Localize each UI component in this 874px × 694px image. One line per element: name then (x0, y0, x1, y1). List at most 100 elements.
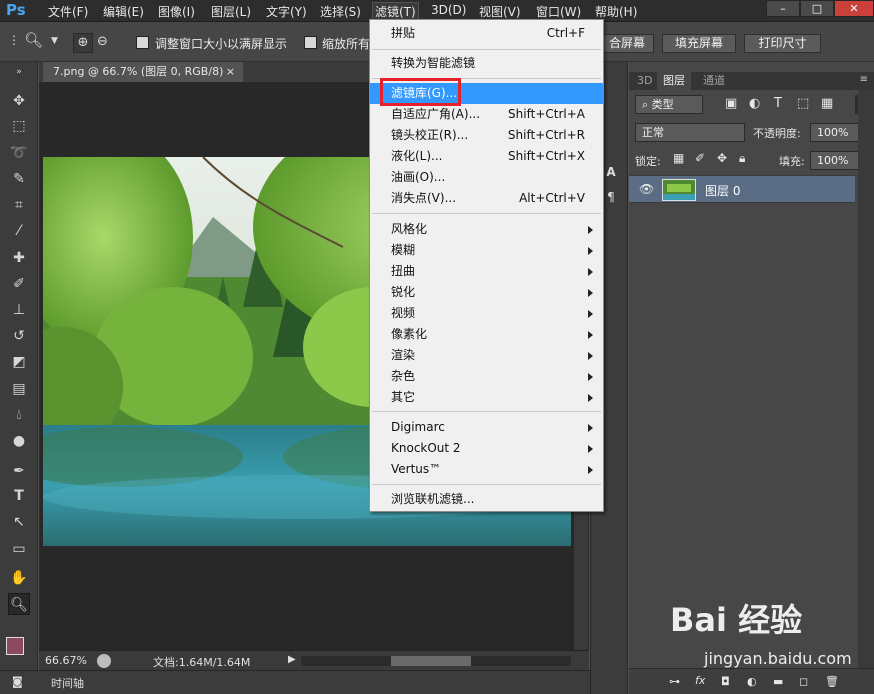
filter-smart-object-icon[interactable]: ▦ (821, 96, 833, 111)
fx-icon[interactable]: fx (695, 674, 705, 687)
menu-item-vanishing-point[interactable]: 消失点(V)... Alt+Ctrl+V (370, 188, 603, 209)
add-mask-icon[interactable]: ◘ (721, 675, 730, 688)
menu-item-knockout[interactable]: KnockOut 2 (370, 438, 603, 459)
zoom-in-icon[interactable]: ⊕ (73, 33, 93, 53)
paragraph-panel-icon[interactable]: ¶ (603, 190, 619, 206)
menu-file[interactable]: 文件(F) (48, 3, 88, 20)
menu-help[interactable]: 帮助(H) (595, 3, 637, 20)
dodge-tool-icon[interactable]: ● (8, 430, 30, 452)
character-panel-icon[interactable]: A (603, 165, 619, 183)
print-size-button[interactable]: 打印尺寸 (744, 34, 821, 53)
rectangle-tool-icon[interactable]: ▭ (8, 538, 30, 560)
path-select-tool-icon[interactable]: ↖ (8, 511, 30, 533)
menu-view[interactable]: 视图(V) (479, 3, 521, 20)
menu-item-adaptive-wide-angle[interactable]: 自适应广角(A)... Shift+Ctrl+A (370, 104, 603, 125)
collapse-icon[interactable]: » (8, 66, 30, 78)
maximize-button[interactable]: □ (800, 0, 834, 17)
menu-item-oil-paint[interactable]: 油画(O)... (370, 167, 603, 188)
menu-layer[interactable]: 图层(L) (211, 3, 251, 20)
scrollbar-thumb[interactable] (391, 656, 471, 666)
menu-item-distort[interactable]: 扭曲 (370, 261, 603, 282)
brush-tool-icon[interactable]: ✐ (8, 273, 30, 295)
tab-layers[interactable]: 图层 (657, 72, 691, 90)
eye-icon[interactable]: 👁︎ (639, 182, 654, 196)
layer-filter-select[interactable]: ⌕ 类型 (635, 95, 703, 114)
chevron-right-icon[interactable]: ▶ (288, 654, 296, 665)
fill-screen-button[interactable]: 填充屏幕 (662, 34, 736, 53)
opacity-input[interactable]: 100% (810, 123, 864, 142)
close-tab-icon[interactable]: × (226, 62, 235, 82)
new-group-icon[interactable]: ▬ (773, 675, 783, 688)
menu-item-stylize[interactable]: 风格化 (370, 219, 603, 240)
zoom-all-checkbox[interactable] (304, 36, 317, 49)
chevron-down-icon[interactable]: ▼ (51, 37, 58, 46)
fill-input[interactable]: 100% (810, 151, 864, 170)
marquee-tool-icon[interactable]: ⬚ (8, 115, 30, 137)
move-tool-icon[interactable]: ✥ (8, 90, 30, 112)
status-info-icon[interactable] (97, 654, 111, 668)
tab-channels[interactable]: 通道 (697, 72, 731, 90)
horizontal-scrollbar[interactable] (301, 656, 571, 666)
lock-all-icon[interactable]: 🔒︎ (739, 151, 745, 166)
menu-item-sharpen[interactable]: 锐化 (370, 282, 603, 303)
layers-scrollbar[interactable] (858, 90, 874, 668)
blend-mode-select[interactable]: 正常 (635, 123, 745, 142)
timeline-icon[interactable]: ◙ (12, 675, 23, 688)
menu-item-browse-online-filters[interactable]: 浏览联机滤镜... (370, 489, 603, 510)
pen-tool-icon[interactable]: ✒ (8, 460, 30, 482)
link-layers-icon[interactable]: ⊶ (669, 675, 680, 688)
fit-screen-button[interactable]: 合屏幕 (600, 34, 654, 53)
document-tab[interactable]: 7.png @ 66.7% (图层 0, RGB/8) × (43, 62, 243, 82)
lock-image-icon[interactable]: ✐ (695, 151, 705, 165)
menu-item-liquify[interactable]: 液化(L)... Shift+Ctrl+X (370, 146, 603, 167)
new-layer-icon[interactable]: ◻ (799, 675, 808, 688)
lock-transparent-icon[interactable]: ▦ (673, 151, 684, 165)
zoom-tool-preset-icon[interactable]: 🔍︎ (24, 33, 43, 48)
trash-icon[interactable]: 🗑︎ (825, 675, 839, 688)
eyedropper-tool-icon[interactable]: ⁄ (8, 220, 30, 242)
healing-brush-tool-icon[interactable]: ✚ (8, 247, 30, 269)
quick-select-tool-icon[interactable]: ✎ (8, 168, 30, 190)
menu-item-pixelate[interactable]: 像素化 (370, 324, 603, 345)
lock-position-icon[interactable]: ✥ (717, 151, 727, 165)
menu-3d[interactable]: 3D(D) (431, 3, 466, 17)
close-button[interactable]: ✕ (834, 0, 874, 17)
resize-windows-checkbox[interactable] (136, 36, 149, 49)
gradient-tool-icon[interactable]: ▤ (8, 378, 30, 400)
hand-tool-icon[interactable]: ✋ (8, 567, 30, 589)
menu-select[interactable]: 选择(S) (320, 3, 361, 20)
zoom-level[interactable]: 66.67% (45, 654, 87, 667)
zoom-out-icon[interactable]: ⊖ (97, 35, 108, 48)
filter-pixel-icon[interactable]: ▣ (725, 96, 737, 111)
menu-item-digimarc[interactable]: Digimarc (370, 417, 603, 438)
menu-item-convert-smart-filter[interactable]: 转换为智能滤镜 (370, 53, 603, 74)
timeline-tab[interactable]: 时间轴 (51, 675, 84, 691)
menu-item-lens-correction[interactable]: 镜头校正(R)... Shift+Ctrl+R (370, 125, 603, 146)
eraser-tool-icon[interactable]: ◩ (8, 351, 30, 373)
menu-image[interactable]: 图像(I) (158, 3, 195, 20)
blur-tool-icon[interactable]: 💧︎ (8, 404, 30, 426)
tab-3d[interactable]: 3D (631, 72, 658, 90)
layer-row[interactable]: 👁︎ 图层 0 (629, 175, 855, 203)
menu-item-vertus[interactable]: Vertus™ (370, 459, 603, 480)
crop-tool-icon[interactable]: ⌗ (8, 194, 30, 216)
clone-stamp-tool-icon[interactable]: ⊥ (8, 299, 30, 321)
menu-item-noise[interactable]: 杂色 (370, 366, 603, 387)
menu-item-tile[interactable]: 拼贴 Ctrl+F (370, 23, 603, 44)
history-brush-tool-icon[interactable]: ↺ (8, 325, 30, 347)
menu-item-blur[interactable]: 模糊 (370, 240, 603, 261)
new-adjustment-icon[interactable]: ◐ (747, 675, 757, 688)
minimize-button[interactable]: – (766, 0, 800, 17)
zoom-tool-icon[interactable]: 🔍︎ (8, 593, 30, 615)
menu-item-video[interactable]: 视频 (370, 303, 603, 324)
type-tool-icon[interactable]: T (8, 485, 30, 507)
menu-edit[interactable]: 编辑(E) (103, 3, 144, 20)
menu-window[interactable]: 窗口(W) (536, 3, 581, 20)
layer-name[interactable]: 图层 0 (705, 182, 740, 199)
menu-type[interactable]: 文字(Y) (266, 3, 307, 20)
menu-item-render[interactable]: 渲染 (370, 345, 603, 366)
filter-adjustment-icon[interactable]: ◐ (749, 96, 760, 111)
lasso-tool-icon[interactable]: ➰ (8, 142, 30, 164)
filter-shape-icon[interactable]: ⬚ (797, 96, 809, 111)
panel-menu-icon[interactable]: ≡ (860, 74, 868, 85)
